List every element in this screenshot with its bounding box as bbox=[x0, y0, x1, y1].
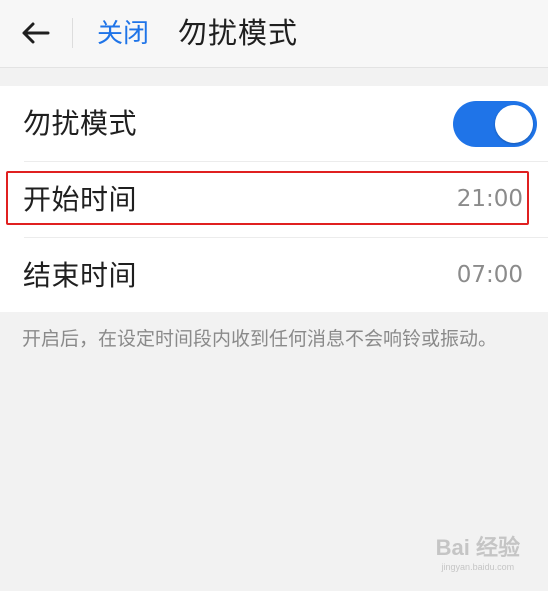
arrow-left-icon bbox=[22, 22, 50, 44]
toggle-knob bbox=[495, 105, 533, 143]
watermark-logo: Bai 经验 bbox=[435, 535, 520, 560]
watermark-url: jingyan.baidu.com bbox=[441, 562, 515, 572]
dnd-toggle[interactable] bbox=[453, 101, 537, 147]
end-time-value: 07:00 bbox=[456, 262, 523, 288]
watermark: Bai 经验 jingyan.baidu.com bbox=[436, 535, 520, 573]
dnd-row: 勿扰模式 bbox=[0, 86, 548, 161]
close-button[interactable]: 关闭 bbox=[97, 14, 149, 54]
page-title: 勿扰模式 bbox=[178, 16, 299, 50]
back-button[interactable] bbox=[16, 16, 54, 50]
header-divider bbox=[72, 18, 73, 48]
start-time-value: 21:00 bbox=[456, 186, 523, 212]
end-time-row[interactable]: 结束时间 07:00 bbox=[0, 238, 548, 313]
dnd-label: 勿扰模式 bbox=[23, 107, 138, 140]
settings-card: 勿扰模式 开始时间 21:00 结束时间 07:00 bbox=[0, 86, 548, 312]
start-time-label: 开始时间 bbox=[23, 183, 138, 216]
top-bar: 关闭 勿扰模式 bbox=[0, 0, 548, 68]
end-time-label: 结束时间 bbox=[23, 259, 138, 292]
dnd-description: 开启后，在设定时间段内收到任何消息不会响铃或振动。 bbox=[22, 328, 498, 350]
start-time-row[interactable]: 开始时间 21:00 bbox=[0, 162, 548, 237]
